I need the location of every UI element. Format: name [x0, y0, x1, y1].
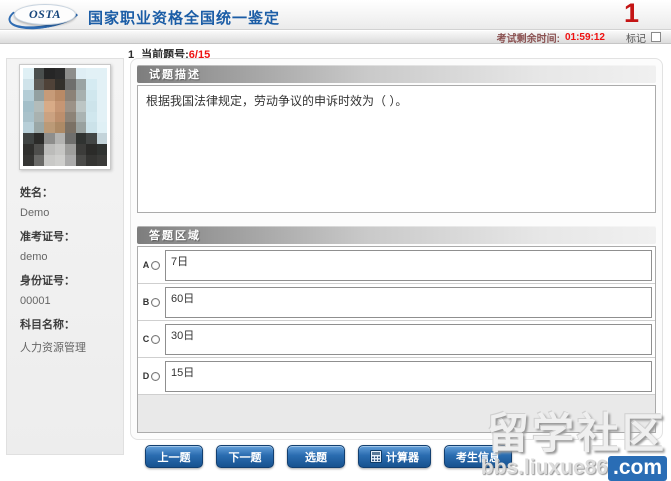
button-label: 计算器	[386, 449, 419, 465]
timer-value: 01:59:12	[565, 32, 605, 43]
answer-options: A 7日 B 60日 C 30日	[137, 246, 656, 433]
option-key: A	[143, 260, 150, 270]
answer-panel-header: 答题区域	[137, 226, 656, 244]
status-bar: 考试剩余时间: 01:59:12 标记	[0, 31, 671, 44]
candidate-fields: 姓名： Demo 准考证号： demo 身份证号： 00001 科目名称： 人力…	[7, 170, 123, 355]
option-row-a[interactable]: A 7日	[138, 247, 655, 284]
option-row-d[interactable]: D 15日	[138, 358, 655, 395]
option-radio[interactable]	[151, 261, 160, 270]
option-text: 15日	[165, 361, 652, 392]
timer-label: 考试剩余时间:	[497, 30, 560, 45]
watermark-url-com: .com	[608, 456, 667, 481]
option-label-cell: A	[138, 260, 165, 270]
previous-question-button[interactable]: 上一题	[145, 445, 203, 468]
app-header: OSTA 国家职业资格全国统一鉴定 1	[0, 0, 671, 30]
field-label: 姓名：	[20, 184, 123, 200]
option-text: 30日	[165, 324, 652, 355]
next-question-button[interactable]: 下一题	[216, 445, 274, 468]
page-indicator: 1	[624, 0, 639, 29]
answer-panel: 答题区域 A 7日 B 60日 C	[137, 226, 656, 433]
button-label: 下一题	[229, 449, 262, 465]
field-id-number: 身份证号： 00001	[20, 272, 123, 307]
button-label: 考生信息	[456, 449, 500, 465]
option-radio[interactable]	[151, 335, 160, 344]
logo-text: OSTA	[14, 4, 76, 25]
select-question-button[interactable]: 选题	[287, 445, 345, 468]
option-key: C	[143, 334, 150, 344]
question-panel-header: 试题描述	[137, 65, 656, 83]
option-label-cell: C	[138, 334, 165, 344]
calculator-icon	[370, 450, 382, 463]
option-radio[interactable]	[151, 298, 160, 307]
mark-label: 标记	[626, 30, 646, 45]
navigation-toolbar: 上一题 下一题 选题 计算器 考生信息	[145, 445, 512, 468]
page-title: 国家职业资格全国统一鉴定	[88, 7, 280, 28]
question-panel: 试题描述 根据我国法律规定，劳动争议的申诉时效为（ ）。	[137, 65, 656, 213]
candidate-sidebar: 姓名： Demo 准考证号： demo 身份证号： 00001 科目名称： 人力…	[6, 58, 124, 455]
osta-logo: OSTA	[14, 4, 76, 25]
calculator-button[interactable]: 计算器	[358, 445, 431, 468]
option-label-cell: B	[138, 297, 165, 307]
field-value: Demo	[20, 207, 123, 219]
question-panel-title: 试题描述	[137, 66, 201, 82]
field-label: 准考证号：	[20, 228, 123, 244]
option-key: D	[143, 371, 150, 381]
question-text: 根据我国法律规定，劳动争议的申诉时效为（ ）。	[137, 85, 656, 213]
candidate-info-button[interactable]: 考生信息	[444, 445, 512, 468]
mark-checkbox[interactable]	[651, 32, 661, 42]
photo-mosaic	[23, 68, 107, 166]
answer-panel-title: 答题区域	[137, 227, 201, 243]
candidate-photo	[19, 64, 111, 170]
option-text: 7日	[165, 250, 652, 281]
button-label: 选题	[305, 449, 327, 465]
option-key: B	[143, 297, 150, 307]
field-name: 姓名： Demo	[20, 184, 123, 219]
field-value: 人力资源管理	[20, 339, 123, 355]
option-radio[interactable]	[151, 372, 160, 381]
exam-main-panel: 试题描述 根据我国法律规定，劳动争议的申诉时效为（ ）。 答题区域 A 7日 B	[130, 58, 663, 440]
option-text: 60日	[165, 287, 652, 318]
option-label-cell: D	[138, 371, 165, 381]
field-subject-name: 科目名称： 人力资源管理	[20, 316, 123, 355]
button-label: 上一题	[158, 449, 191, 465]
field-value: 00001	[20, 295, 123, 307]
field-value: demo	[20, 251, 123, 263]
option-row-c[interactable]: C 30日	[138, 321, 655, 358]
option-row-b[interactable]: B 60日	[138, 284, 655, 321]
field-label: 科目名称：	[20, 316, 123, 332]
field-label: 身份证号：	[20, 272, 123, 288]
field-ticket-number: 准考证号： demo	[20, 228, 123, 263]
